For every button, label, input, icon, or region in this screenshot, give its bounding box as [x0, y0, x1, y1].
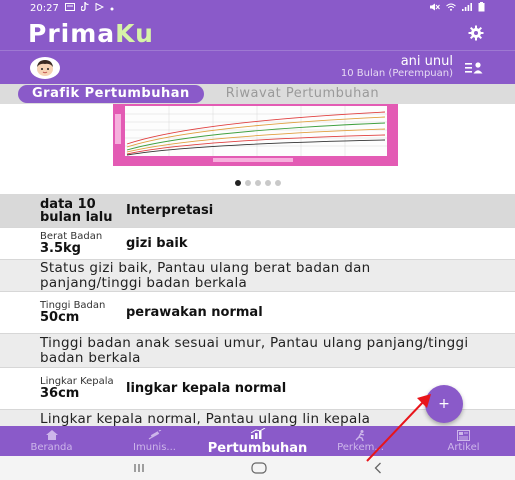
child-name: ani unul — [400, 54, 453, 70]
carousel-dot-1[interactable] — [234, 180, 241, 186]
height-description: Tinggi badan anak sesuai umur, Pantau ul… — [40, 335, 469, 366]
carousel-indicator — [0, 180, 515, 186]
syringe-icon — [148, 429, 162, 441]
head-interpretation: lingkar kepala normal — [126, 381, 287, 396]
head-cell: Lingkar Kepala 36cm — [40, 377, 116, 401]
nav-label-development: Perkem... — [337, 442, 384, 453]
wifi-icon — [446, 3, 456, 14]
app-logo: PrimaKu — [28, 19, 154, 48]
battery-icon — [478, 1, 485, 15]
app-header: PrimaKu — [0, 16, 515, 50]
height-value: 50cm — [40, 310, 80, 325]
height-description-row: Tinggi badan anak sesuai umur, Pantau ul… — [0, 334, 515, 368]
status-time: 20:27 — [30, 2, 59, 14]
brand-suffix: Ku — [115, 18, 154, 48]
recent-apps-icon — [134, 464, 144, 472]
height-interpretation: perawakan normal — [126, 305, 263, 320]
growth-chart-image — [113, 104, 398, 166]
height-cell: Tinggi Badan 50cm — [40, 301, 116, 325]
back-chevron-icon — [374, 462, 381, 474]
nav-label-home: Beranda — [30, 442, 73, 453]
home-icon — [45, 429, 58, 441]
back-button[interactable] — [374, 462, 382, 474]
nav-label-growth: Pertumbuhan — [207, 440, 308, 456]
nav-label-immunization: Imunis... — [133, 442, 176, 453]
growth-icon — [250, 428, 266, 440]
nav-item-growth[interactable]: Pertumbuhan — [206, 426, 309, 456]
weight-description: Status gizi baik, Pantau ulang berat bad… — [40, 260, 371, 291]
message-icon — [64, 2, 75, 14]
settings-button[interactable] — [465, 22, 487, 44]
app-screen: 20:27 PrimaKu ani unul 10 Bulan (Perempu… — [0, 0, 515, 480]
article-icon — [457, 429, 470, 441]
switch-child-button[interactable] — [463, 58, 485, 78]
height-row: Tinggi Badan 50cm perawakan normal — [0, 292, 515, 334]
tab-growth-chart[interactable]: Grafik Pertumbuhan — [18, 85, 204, 103]
header-interpretation: Interpretasi — [126, 203, 214, 218]
avatar[interactable] — [30, 56, 60, 79]
tiktok-icon — [80, 2, 89, 14]
recent-apps-button[interactable] — [133, 463, 145, 473]
weight-value: 3.5kg — [40, 241, 81, 256]
home-square-icon — [251, 462, 268, 474]
baby-face-icon — [37, 59, 53, 76]
child-age: 10 Bulan (Perempuan) — [340, 68, 453, 80]
tab-bar: Grafik Pertumbuhan Riwavat Pertumbuhan — [0, 84, 515, 104]
play-icon — [95, 2, 104, 14]
header-period: data 10 bulan lalu — [40, 196, 113, 225]
mute-icon — [429, 3, 440, 14]
signal-icon — [462, 2, 472, 14]
plus-icon: + — [438, 396, 450, 412]
bottom-navigation: Beranda Imunis... Pertumbuhan Perkem... … — [0, 426, 515, 456]
carousel-dot-4[interactable] — [264, 180, 271, 186]
home-system-button[interactable] — [251, 462, 268, 474]
carousel-dot-5[interactable] — [274, 180, 281, 186]
nav-label-articles: Artikel — [447, 442, 480, 453]
table-header: data 10 bulan lalu Interpretasi — [0, 194, 515, 228]
weight-cell: Berat Badan 3.5kg — [40, 232, 116, 256]
brand-prefix: Prima — [28, 18, 116, 48]
gear-icon — [468, 25, 484, 41]
system-navigation-bar — [0, 456, 515, 480]
nav-item-articles[interactable]: Artikel — [412, 426, 515, 456]
child-run-icon — [354, 429, 367, 441]
weight-description-row: Status gizi baik, Pantau ulang berat bad… — [0, 260, 515, 292]
nav-item-development[interactable]: Perkem... — [309, 426, 412, 456]
head-value: 36cm — [40, 386, 80, 401]
dot-icon — [110, 3, 114, 14]
chart-carousel[interactable] — [0, 104, 515, 194]
child-info: ani unul 10 Bulan (Perempuan) — [341, 55, 453, 79]
carousel-dot-3[interactable] — [254, 180, 261, 186]
weight-row: Berat Badan 3.5kg gizi baik — [0, 228, 515, 260]
weight-interpretation: gizi baik — [126, 236, 188, 251]
user-list-icon — [465, 61, 483, 73]
nav-item-home[interactable]: Beranda — [0, 426, 103, 456]
status-bar: 20:27 — [0, 0, 515, 16]
add-data-button[interactable]: + — [425, 385, 463, 423]
carousel-dot-2[interactable] — [244, 180, 251, 186]
nav-item-immunization[interactable]: Imunis... — [103, 426, 206, 456]
tab-growth-history[interactable]: Riwavat Pertumbuhan — [212, 85, 393, 103]
child-profile-bar: ani unul 10 Bulan (Perempuan) — [0, 50, 515, 84]
